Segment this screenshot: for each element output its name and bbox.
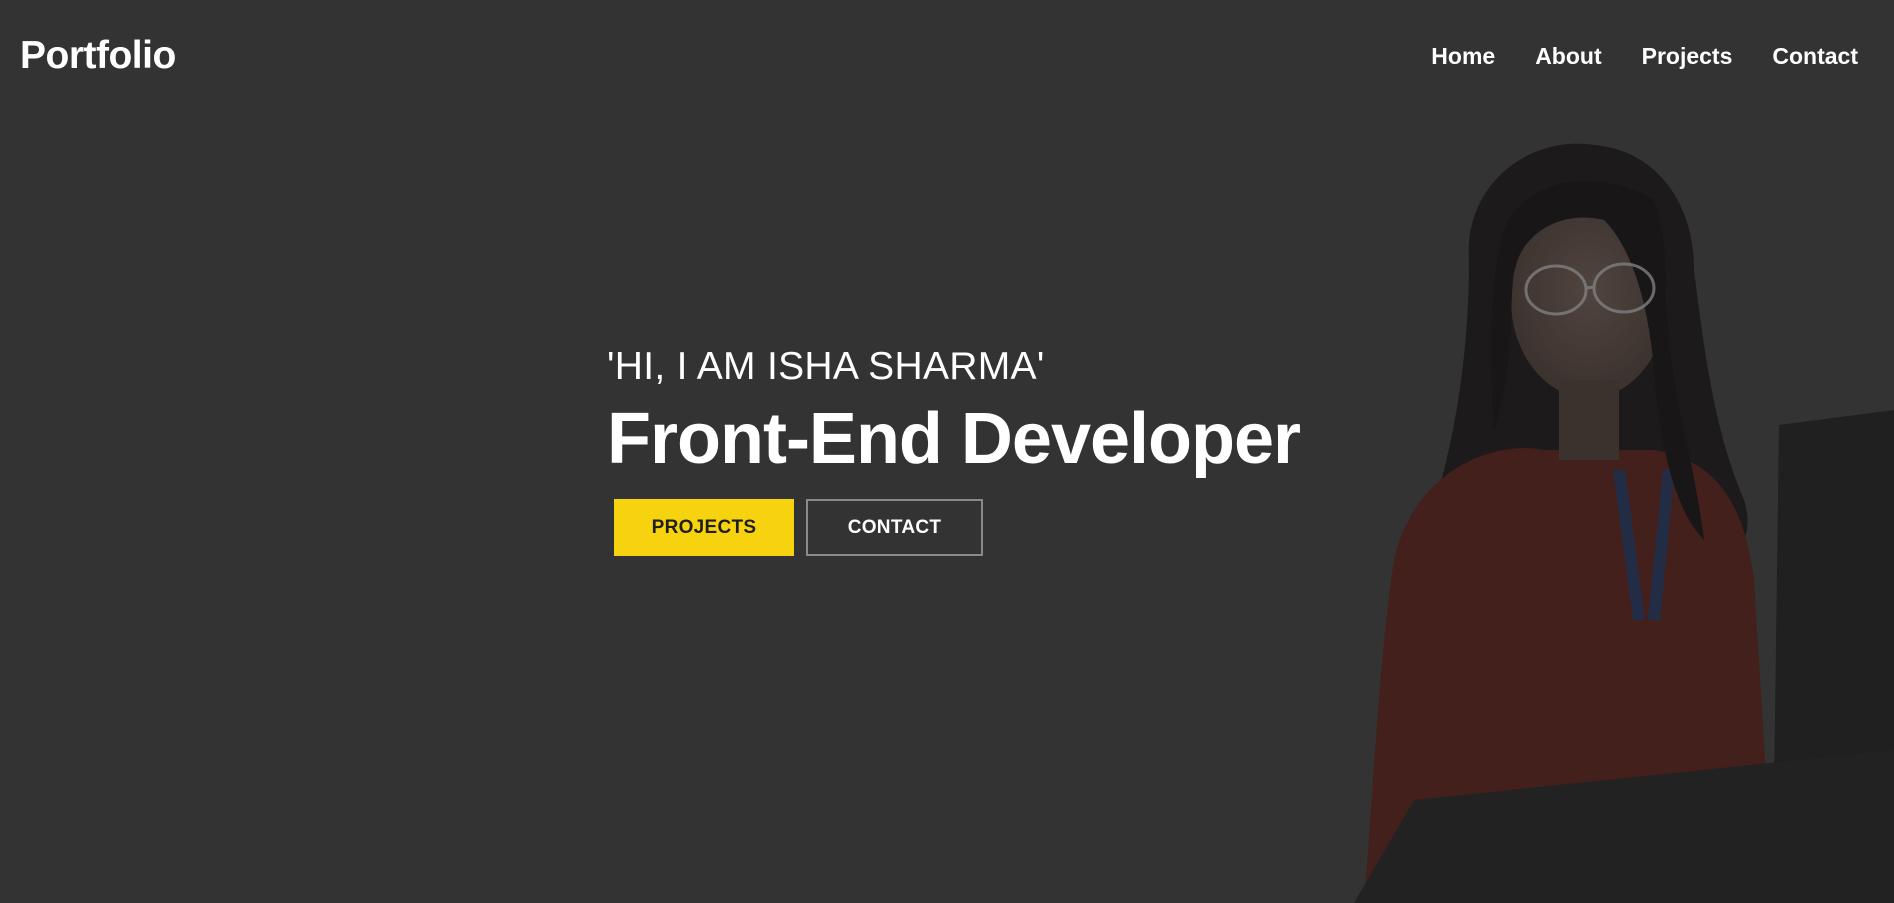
nav-link-about[interactable]: About	[1535, 43, 1601, 70]
nav-link-home[interactable]: Home	[1431, 43, 1495, 70]
portrait-photo	[1274, 140, 1894, 903]
hero-greeting: 'HI, I AM ISHA SHARMA'	[607, 345, 1045, 388]
nav-link-contact[interactable]: Contact	[1772, 43, 1858, 70]
logo[interactable]: Portfolio	[20, 34, 176, 78]
hero: 'HI, I AM ISHA SHARMA' Front-End Develop…	[607, 345, 1301, 556]
nav-link-projects[interactable]: Projects	[1642, 43, 1733, 70]
contact-button[interactable]: CONTACT	[806, 499, 983, 556]
hero-actions: PROJECTS CONTACT	[614, 499, 1300, 556]
hero-title: Front-End Developer	[607, 399, 1301, 479]
projects-button[interactable]: PROJECTS	[614, 499, 794, 556]
nav-links: Home About Projects Contact	[1431, 43, 1858, 70]
navbar: Portfolio Home About Projects Contact	[0, 0, 1894, 112]
